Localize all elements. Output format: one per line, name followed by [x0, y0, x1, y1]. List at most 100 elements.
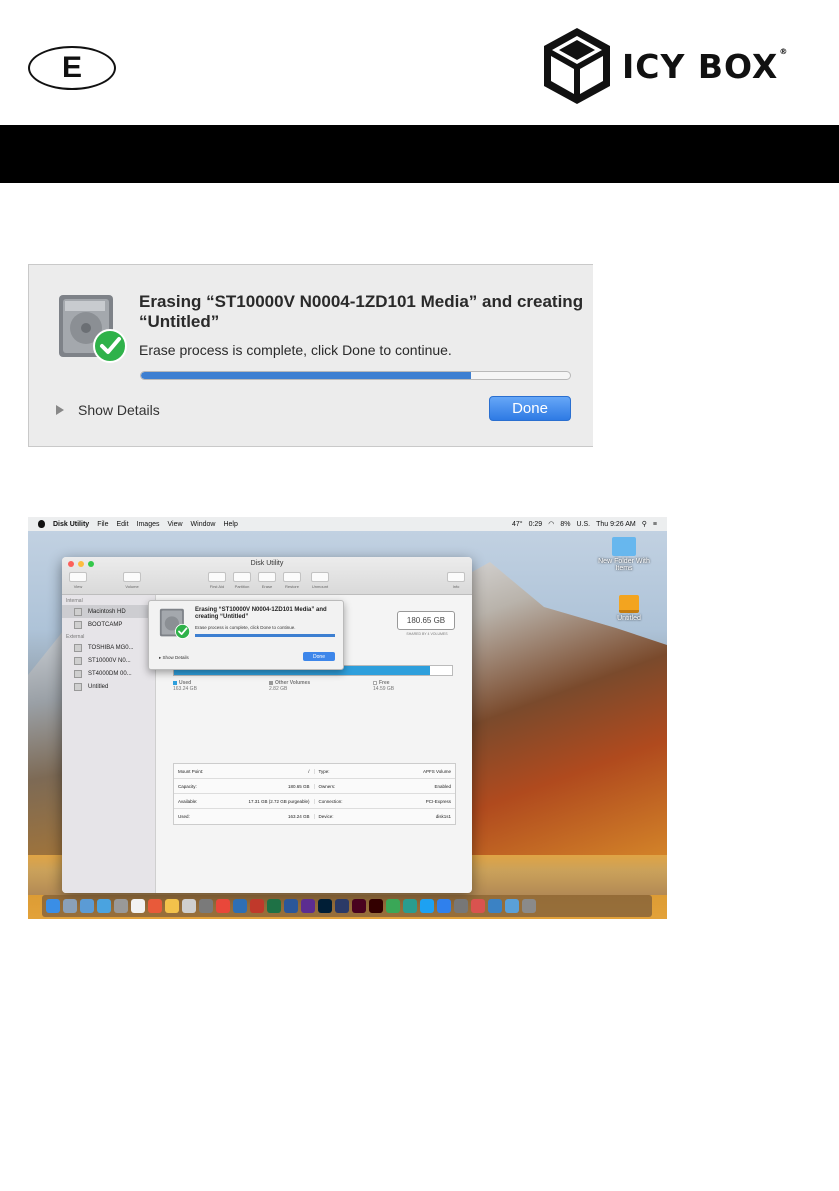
folder-icon: [612, 537, 636, 556]
menu-help[interactable]: Help: [223, 521, 237, 528]
menu-edit[interactable]: Edit: [116, 521, 128, 528]
legend-other-volumes: Other Volumes 2.82 GB: [269, 680, 311, 692]
disk-icon: [74, 643, 82, 652]
capacity-badge: 180.65 GB: [397, 611, 455, 630]
table-row: Capacity: 180.65 GB Owners: Enabled: [174, 779, 455, 794]
table-row: Mount Point: / Type: APFS Volume: [174, 764, 455, 779]
dock-app-icon[interactable]: [454, 899, 468, 913]
battery-readout[interactable]: 8%: [560, 521, 570, 528]
dock-app-icon[interactable]: [522, 899, 536, 913]
sheet-message: Erase process is complete, click Done to…: [195, 625, 296, 630]
erase-dialog: Erasing “ST10000V N0004-1ZD101 Media” an…: [28, 264, 593, 447]
spotlight-icon[interactable]: ⚲: [642, 520, 647, 528]
desktop-folder-label: New Folder With Items: [598, 558, 650, 572]
timer-readout[interactable]: 0:29: [529, 521, 543, 528]
toolbar-erase-button[interactable]: Erase: [255, 572, 279, 589]
notification-center-icon[interactable]: ≡: [653, 521, 657, 528]
toolbar-partition-button[interactable]: Partition: [230, 572, 254, 589]
dock-app-icon[interactable]: [63, 899, 77, 913]
cube-logo-icon: [544, 28, 610, 104]
dock-app-icon[interactable]: [403, 899, 417, 913]
menu-window[interactable]: Window: [191, 521, 216, 528]
desktop-folder[interactable]: New Folder With Items: [594, 537, 654, 572]
toolbar-restore-button[interactable]: Restore: [280, 572, 304, 589]
show-details-label: Show Details: [78, 402, 160, 418]
toolbar-unmount-button[interactable]: Unmount: [308, 572, 332, 589]
dialog-message: Erase process is complete, click Done to…: [139, 342, 452, 358]
dock-app-icon[interactable]: [131, 899, 145, 913]
dock-app-icon[interactable]: [488, 899, 502, 913]
language-badge: E: [28, 46, 116, 90]
dock-app-icon[interactable]: [369, 899, 383, 913]
dock: [42, 895, 652, 917]
hard-drive-icon: [159, 608, 191, 639]
menu-app-name[interactable]: Disk Utility: [53, 521, 89, 528]
progress-bar: [140, 371, 571, 380]
dock-app-icon[interactable]: [335, 899, 349, 913]
menu-view[interactable]: View: [168, 521, 183, 528]
dock-app-icon[interactable]: [284, 899, 298, 913]
dock-app-icon[interactable]: [267, 899, 281, 913]
dialog-title: Erasing “ST10000V N0004-1ZD101 Media” an…: [139, 292, 584, 331]
desktop-drive[interactable]: Untitled: [604, 595, 654, 622]
sheet-title: Erasing “ST10000V N0004-1ZD101 Media” an…: [195, 607, 327, 620]
toolbar-info-button[interactable]: Info: [444, 572, 468, 589]
dock-app-icon[interactable]: [165, 899, 179, 913]
desktop-drive-label: Untitled: [617, 615, 641, 622]
dock-app-icon[interactable]: [182, 899, 196, 913]
progress-fill: [141, 372, 472, 379]
menu-images[interactable]: Images: [137, 521, 160, 528]
disk-icon: [74, 607, 82, 616]
disk-utility-window: Disk Utility View Volume First Aid Parti…: [62, 557, 472, 893]
dock-app-icon[interactable]: [250, 899, 264, 913]
sidebar-header-external: External: [66, 634, 85, 640]
sidebar-item-toshiba[interactable]: TOSHIBA MG0...: [62, 641, 155, 654]
dock-app-icon[interactable]: [420, 899, 434, 913]
toolbar-first-aid-button[interactable]: First Aid: [205, 572, 229, 589]
window-toolbar: Disk Utility View Volume First Aid Parti…: [62, 557, 472, 595]
dock-app-icon[interactable]: [301, 899, 315, 913]
clock[interactable]: Thu 9:26 AM: [596, 521, 636, 528]
desktop-screenshot: Disk Utility File Edit Images View Windo…: [28, 517, 667, 919]
dock-app-icon[interactable]: [505, 899, 519, 913]
toolbar-volume-button[interactable]: Volume: [120, 572, 144, 589]
input-source[interactable]: U.S.: [576, 521, 590, 528]
dock-app-icon[interactable]: [471, 899, 485, 913]
dock-app-icon[interactable]: [148, 899, 162, 913]
brand-name: ICY BOX®: [622, 46, 789, 86]
sidebar-item-macintosh-hd[interactable]: Macintosh HD: [62, 605, 155, 618]
wifi-icon[interactable]: ◠: [548, 520, 554, 528]
capacity-caption: SHARED BY 4 VOLUMES: [406, 632, 448, 636]
dock-app-icon[interactable]: [352, 899, 366, 913]
dock-app-icon[interactable]: [46, 899, 60, 913]
disk-icon: [74, 669, 82, 678]
menu-file[interactable]: File: [97, 521, 108, 528]
sheet-show-details[interactable]: ▸ Show Details: [159, 655, 189, 661]
section-title-bar: [0, 125, 839, 183]
dock-app-icon[interactable]: [216, 899, 230, 913]
menu-bar: Disk Utility File Edit Images View Windo…: [28, 517, 667, 531]
dock-app-icon[interactable]: [386, 899, 400, 913]
sidebar: Internal Macintosh HD BOOTCAMP External …: [62, 595, 156, 893]
dock-app-icon[interactable]: [233, 899, 247, 913]
temperature-readout[interactable]: 47°: [512, 521, 523, 528]
disk-icon: [74, 682, 82, 691]
sidebar-item-untitled[interactable]: Untitled: [62, 680, 155, 693]
apple-icon[interactable]: [38, 520, 45, 528]
sidebar-item-st10000v[interactable]: ST10000V N0...: [62, 654, 155, 667]
dock-app-icon[interactable]: [97, 899, 111, 913]
toolbar-view-button[interactable]: View: [66, 572, 90, 589]
hard-drive-icon: [59, 295, 127, 363]
dock-app-icon[interactable]: [80, 899, 94, 913]
legend-used: Used 163.24 GB: [173, 680, 197, 692]
dock-app-icon[interactable]: [318, 899, 332, 913]
dock-app-icon[interactable]: [114, 899, 128, 913]
sidebar-item-st4000dm[interactable]: ST4000DM 00...: [62, 667, 155, 680]
show-details-toggle[interactable]: Show Details: [56, 402, 160, 418]
done-button[interactable]: Done: [489, 396, 571, 421]
dock-app-icon[interactable]: [437, 899, 451, 913]
dock-app-icon[interactable]: [199, 899, 213, 913]
brand-logo: ICY BOX®: [542, 26, 788, 106]
sheet-done-button[interactable]: Done: [303, 652, 335, 661]
sidebar-item-bootcamp[interactable]: BOOTCAMP: [62, 618, 155, 631]
